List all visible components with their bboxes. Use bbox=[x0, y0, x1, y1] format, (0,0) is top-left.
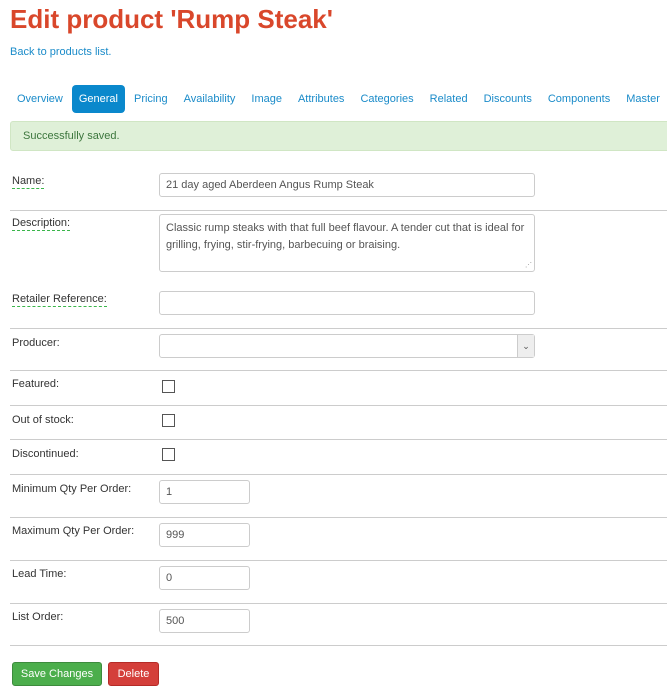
tab-categories[interactable]: Categories bbox=[353, 85, 420, 113]
out-of-stock-checkbox[interactable] bbox=[162, 414, 175, 427]
resize-grip-icon[interactable]: ⋰ bbox=[525, 262, 532, 269]
divider bbox=[10, 560, 667, 561]
tab-image[interactable]: Image bbox=[244, 85, 289, 113]
retailer-reference-input[interactable] bbox=[159, 291, 535, 315]
featured-label: Featured: bbox=[12, 378, 60, 390]
tab-pricing[interactable]: Pricing bbox=[127, 85, 175, 113]
max-qty-input[interactable] bbox=[159, 523, 250, 547]
tab-bar: Overview General Pricing Availability Im… bbox=[10, 85, 667, 113]
description-label: Description: bbox=[12, 217, 71, 231]
page-title: Edit product 'Rump Steak' bbox=[10, 4, 333, 34]
lead-time-input[interactable] bbox=[159, 566, 250, 590]
tab-overview[interactable]: Overview bbox=[10, 85, 70, 113]
delete-button[interactable]: Delete bbox=[108, 662, 159, 686]
tab-availability[interactable]: Availability bbox=[177, 85, 243, 113]
divider bbox=[10, 439, 667, 440]
name-label: Name: bbox=[12, 175, 45, 189]
description-textarea[interactable]: Classic rump steaks with that full beef … bbox=[159, 214, 535, 272]
divider bbox=[10, 645, 667, 646]
divider bbox=[10, 328, 667, 329]
lead-time-label: Lead Time: bbox=[12, 568, 67, 580]
tab-master[interactable]: Master bbox=[619, 85, 667, 113]
divider bbox=[10, 603, 667, 604]
description-wrapper: Classic rump steaks with that full beef … bbox=[159, 214, 535, 272]
success-alert: Successfully saved. bbox=[10, 121, 667, 151]
discontinued-checkbox[interactable] bbox=[162, 448, 175, 461]
list-order-label: List Order: bbox=[12, 611, 64, 623]
divider bbox=[10, 405, 667, 406]
featured-checkbox[interactable] bbox=[162, 380, 175, 393]
tab-discounts[interactable]: Discounts bbox=[477, 85, 539, 113]
tab-general[interactable]: General bbox=[71, 85, 125, 113]
tab-attributes[interactable]: Attributes bbox=[291, 85, 351, 113]
divider bbox=[10, 517, 667, 518]
min-qty-input[interactable] bbox=[159, 480, 250, 504]
list-order-input[interactable] bbox=[159, 609, 250, 633]
divider bbox=[10, 474, 667, 475]
min-qty-label: Minimum Qty Per Order: bbox=[12, 483, 132, 495]
name-input[interactable] bbox=[159, 173, 535, 197]
discontinued-label: Discontinued: bbox=[12, 448, 79, 460]
max-qty-label: Maximum Qty Per Order: bbox=[12, 525, 135, 537]
back-to-products-link[interactable]: Back to products list. bbox=[10, 46, 112, 58]
out-of-stock-label: Out of stock: bbox=[12, 414, 74, 426]
tab-related[interactable]: Related bbox=[423, 85, 475, 113]
producer-select[interactable]: ⌄ bbox=[159, 334, 535, 358]
divider bbox=[10, 370, 667, 371]
chevron-down-icon[interactable]: ⌄ bbox=[517, 335, 534, 357]
save-changes-button[interactable]: Save Changes bbox=[12, 662, 102, 686]
divider bbox=[10, 210, 667, 211]
tab-components[interactable]: Components bbox=[541, 85, 617, 113]
producer-label: Producer: bbox=[12, 337, 60, 349]
retailer-reference-label: Retailer Reference: bbox=[12, 293, 107, 307]
